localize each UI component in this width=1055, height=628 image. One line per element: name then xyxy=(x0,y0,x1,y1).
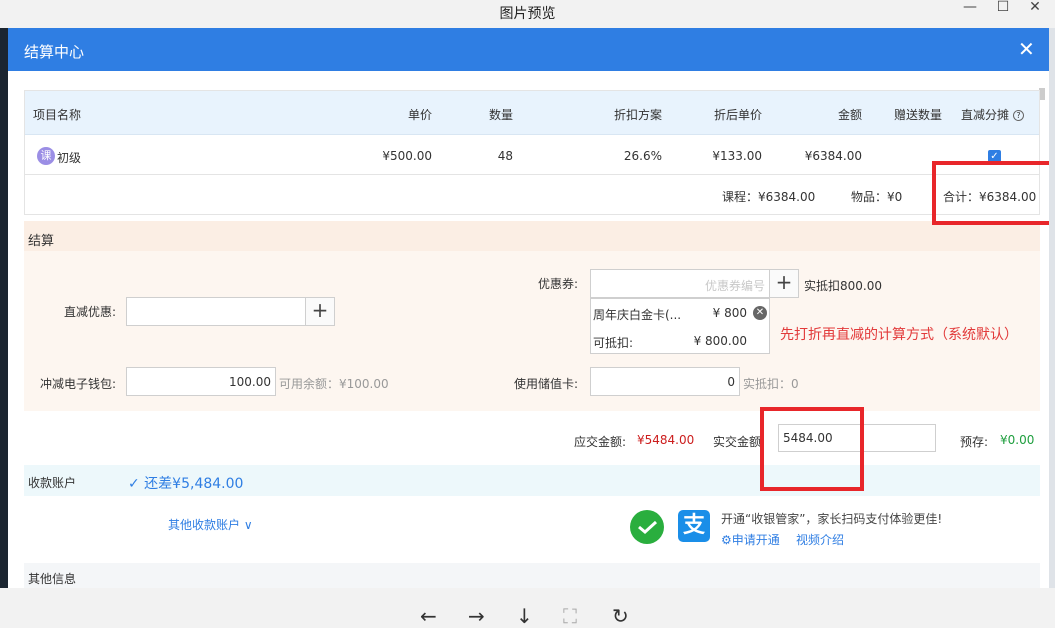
account-bar: 收款账户 ✓ 还差¥5,484.00 xyxy=(24,465,1040,496)
col-amount: 金额 xyxy=(837,108,862,122)
help-icon[interactable]: ? xyxy=(1013,110,1025,121)
settle-title: 结算 xyxy=(28,234,55,249)
due-label: 应交金额: xyxy=(574,435,627,449)
background-app-right xyxy=(1049,28,1055,588)
item-name: 初级 xyxy=(57,151,82,165)
viewer-titlebar: 图片预览 — ☐ ✕ xyxy=(0,0,1055,28)
coupon-actual: 实抵扣800.00 xyxy=(804,279,882,293)
col-gift-qty: 赠送数量 xyxy=(893,108,942,122)
coupon-input[interactable]: 优惠券编号 xyxy=(590,269,770,298)
wallet-balance: 可用余额：¥100.00 xyxy=(279,377,389,391)
apply-link-label: 申请开通 xyxy=(731,533,780,547)
col-direct-share: 直减分摊? xyxy=(961,106,1025,123)
prestore-label: 预存: xyxy=(960,435,989,449)
next-image-button[interactable]: → xyxy=(468,604,485,628)
stored-card-value: 0 xyxy=(727,375,735,389)
rotate-button[interactable]: ↻ xyxy=(612,604,629,628)
coupon-deduct-label: 可抵扣: xyxy=(593,336,634,350)
coupon-label: 优惠券: xyxy=(537,277,578,291)
viewer-title: 图片预览 xyxy=(499,6,556,22)
item-price: ¥500.00 xyxy=(382,149,432,163)
account-label: 收款账户 xyxy=(28,476,77,490)
item-disc-price: ¥133.00 xyxy=(712,149,762,163)
minimize-button[interactable]: — xyxy=(955,0,985,14)
settlement-dialog: 结算中心 ✕ 项目名称 单价 数量 折扣方案 折后单价 金额 赠送数量 直减分摊… xyxy=(8,28,1049,588)
actual-label: 实交金额 xyxy=(713,435,762,449)
direct-discount-input[interactable] xyxy=(126,297,306,326)
alipay-icon: 支 xyxy=(678,510,710,542)
prestore-value: ¥0.00 xyxy=(1000,433,1035,447)
due-value: ¥5484.00 xyxy=(637,433,695,447)
prev-image-button[interactable]: ← xyxy=(420,604,437,628)
direct-label: 直减优惠: xyxy=(63,305,116,319)
remove-coupon-icon[interactable]: ✕ xyxy=(753,306,767,320)
calculation-note: 先打折再直减的计算方式（系统默认） xyxy=(780,327,1018,343)
stored-card-actual: 实抵扣：0 xyxy=(743,377,799,391)
col-qty: 数量 xyxy=(488,108,513,122)
viewer-close-button[interactable]: ✕ xyxy=(1020,0,1050,14)
add-direct-button[interactable]: + xyxy=(305,297,335,326)
other-info-section: 其他信息 xyxy=(24,563,1040,588)
close-icon[interactable]: ✕ xyxy=(1018,37,1035,61)
fit-screen-button[interactable]: ⛶ xyxy=(563,604,577,628)
item-discount: 26.6% xyxy=(623,149,662,163)
cashier-promo: 开通“收银管家”，家长扫码支付体验更佳! xyxy=(721,512,943,526)
col-name: 项目名称 xyxy=(33,108,82,122)
coupon-card: 周年庆白金卡(... ¥ 800 ✕ 可抵扣: ¥ 800.00 xyxy=(590,298,770,354)
course-tag-icon: 课 xyxy=(37,147,55,165)
item-amount: ¥6384.00 xyxy=(804,149,862,163)
download-button[interactable]: ↓ xyxy=(516,604,533,628)
wechat-pay-icon xyxy=(630,510,664,544)
dialog-title: 结算中心 xyxy=(24,43,85,61)
remaining-amount: ✓ 还差¥5,484.00 xyxy=(128,476,244,492)
wallet-value: 100.00 xyxy=(229,375,271,389)
col-discount: 折扣方案 xyxy=(613,108,662,122)
item-qty: 48 xyxy=(497,149,513,163)
apply-icon: ⚙ xyxy=(721,533,732,547)
table-header: 项目名称 单价 数量 折扣方案 折后单价 金额 赠送数量 直减分摊? xyxy=(25,91,1039,135)
coupon-placeholder: 优惠券编号 xyxy=(704,279,765,293)
summary-goods: 物品：¥0 xyxy=(851,190,903,204)
stored-card-label: 使用储值卡: xyxy=(513,377,578,391)
items-table: 项目名称 单价 数量 折扣方案 折后单价 金额 赠送数量 直减分摊? 课 初级 … xyxy=(24,90,1040,215)
add-coupon-button[interactable]: + xyxy=(769,269,799,298)
col-price: 单价 xyxy=(407,108,432,122)
stored-card-input[interactable]: 0 xyxy=(590,367,740,396)
row-divider xyxy=(25,174,1039,175)
apply-link[interactable]: ⚙申请开通 xyxy=(721,531,780,548)
total-highlight-box xyxy=(932,161,1049,225)
coupon-card-value: ¥ 800 xyxy=(712,306,747,320)
video-intro-link[interactable]: 视频介绍 xyxy=(796,531,844,548)
background-app xyxy=(0,28,8,588)
dialog-header: 结算中心 ✕ xyxy=(8,28,1049,71)
other-accounts-link[interactable]: 其他收款账户 ∨ xyxy=(168,516,253,533)
actual-amount-highlight-box xyxy=(760,407,864,491)
coupon-deduct-value: ¥ 800.00 xyxy=(693,334,747,348)
other-info-title: 其他信息 xyxy=(28,572,77,586)
summary-course: 课程：¥6384.00 xyxy=(722,190,816,204)
col-disc-price: 折后单价 xyxy=(713,108,762,122)
maximize-button[interactable]: ☐ xyxy=(988,0,1018,14)
wallet-label: 冲减电子钱包: xyxy=(39,377,116,391)
col-direct-share-label: 直减分摊 xyxy=(961,108,1010,122)
settle-header: 结算 xyxy=(24,221,1040,251)
wallet-input[interactable]: 100.00 xyxy=(126,367,276,396)
coupon-card-name: 周年庆白金卡(... xyxy=(593,308,682,322)
